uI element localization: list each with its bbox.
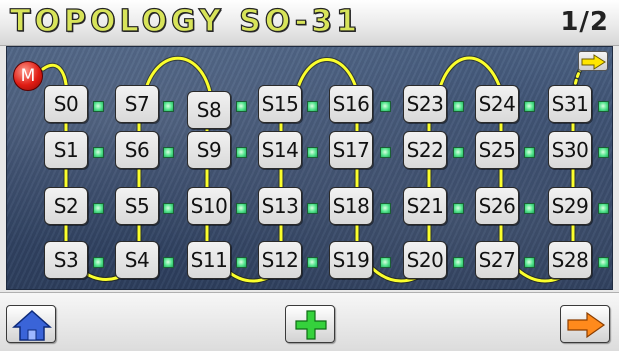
status-led — [598, 203, 609, 214]
slave-slot[interactable]: S9 — [187, 131, 231, 169]
next-page-button[interactable] — [578, 51, 608, 71]
slave-slot[interactable]: S12 — [258, 241, 302, 279]
slave-slot[interactable]: S11 — [187, 241, 231, 279]
slave-slot[interactable]: S28 — [548, 241, 592, 279]
status-led — [163, 101, 174, 112]
status-led — [524, 257, 535, 268]
status-led — [453, 147, 464, 158]
slave-slot[interactable]: S0 — [44, 85, 88, 123]
slave-slot[interactable]: S17 — [329, 131, 373, 169]
slave-slot[interactable]: S23 — [403, 85, 447, 123]
slave-slot[interactable]: S29 — [548, 187, 592, 225]
slave-slot[interactable]: S22 — [403, 131, 447, 169]
add-button[interactable] — [285, 305, 335, 343]
arrow-right-icon — [581, 54, 606, 70]
status-led — [236, 203, 247, 214]
slave-slot[interactable]: S4 — [115, 241, 159, 279]
status-led — [524, 147, 535, 158]
slave-slot[interactable]: S20 — [403, 241, 447, 279]
status-led — [598, 101, 609, 112]
topology-screen: TOPOLOGY SO-31 1/2 M S0 S7 S8 S15 S16 S2… — [0, 0, 619, 351]
status-led — [307, 203, 318, 214]
status-led — [524, 203, 535, 214]
slave-slot[interactable]: S26 — [475, 187, 519, 225]
slave-slot[interactable]: S1 — [44, 131, 88, 169]
arrow-right-icon — [567, 311, 606, 339]
slave-slot[interactable]: S2 — [44, 187, 88, 225]
slave-slot[interactable]: S10 — [187, 187, 231, 225]
status-led — [524, 101, 535, 112]
slave-slot[interactable]: S24 — [475, 85, 519, 123]
home-button[interactable] — [6, 305, 56, 343]
master-node[interactable]: M — [13, 61, 43, 91]
slave-slot[interactable]: S5 — [115, 187, 159, 225]
slave-slot[interactable]: S3 — [44, 241, 88, 279]
slave-slot[interactable]: S21 — [403, 187, 447, 225]
header-bar: TOPOLOGY SO-31 1/2 — [0, 0, 619, 46]
status-led — [380, 101, 391, 112]
status-led — [93, 203, 104, 214]
topology-panel: M S0 S7 S8 S15 S16 S23 S24 S31 S1 S6 S9 S14 S17 S22 S2… — [6, 46, 613, 290]
slave-slot[interactable]: S25 — [475, 131, 519, 169]
status-led — [307, 101, 318, 112]
next-button[interactable] — [560, 305, 610, 343]
slave-slot[interactable]: S16 — [329, 85, 373, 123]
status-led — [163, 147, 174, 158]
footer-bar — [0, 292, 619, 351]
status-led — [598, 257, 609, 268]
slave-slot[interactable]: S30 — [548, 131, 592, 169]
slave-slot[interactable]: S27 — [475, 241, 519, 279]
slave-slot[interactable]: S14 — [258, 131, 302, 169]
slave-slot[interactable]: S19 — [329, 241, 373, 279]
status-led — [163, 257, 174, 268]
slave-slot[interactable]: S13 — [258, 187, 302, 225]
status-led — [163, 203, 174, 214]
home-icon — [12, 309, 52, 341]
master-label: M — [20, 66, 36, 86]
wire-chain — [40, 55, 588, 284]
page-indicator: 1/2 — [560, 7, 609, 37]
slave-slot[interactable]: S18 — [329, 187, 373, 225]
slave-slot[interactable]: S15 — [258, 85, 302, 123]
status-led — [598, 147, 609, 158]
status-led — [380, 203, 391, 214]
status-led — [236, 257, 247, 268]
status-led — [380, 257, 391, 268]
status-led — [307, 147, 318, 158]
status-led — [236, 147, 247, 158]
slave-slot[interactable]: S6 — [115, 131, 159, 169]
slave-slot[interactable]: S31 — [548, 85, 592, 123]
status-led — [307, 257, 318, 268]
status-led — [453, 203, 464, 214]
status-led — [93, 147, 104, 158]
status-led — [380, 147, 391, 158]
status-led — [236, 101, 247, 112]
plus-icon — [295, 310, 327, 340]
status-led — [453, 101, 464, 112]
page-title: TOPOLOGY SO-31 — [9, 3, 362, 39]
slave-slot[interactable]: S8 — [187, 91, 231, 129]
status-led — [453, 257, 464, 268]
status-led — [93, 101, 104, 112]
status-led — [93, 257, 104, 268]
slave-slot[interactable]: S7 — [115, 85, 159, 123]
